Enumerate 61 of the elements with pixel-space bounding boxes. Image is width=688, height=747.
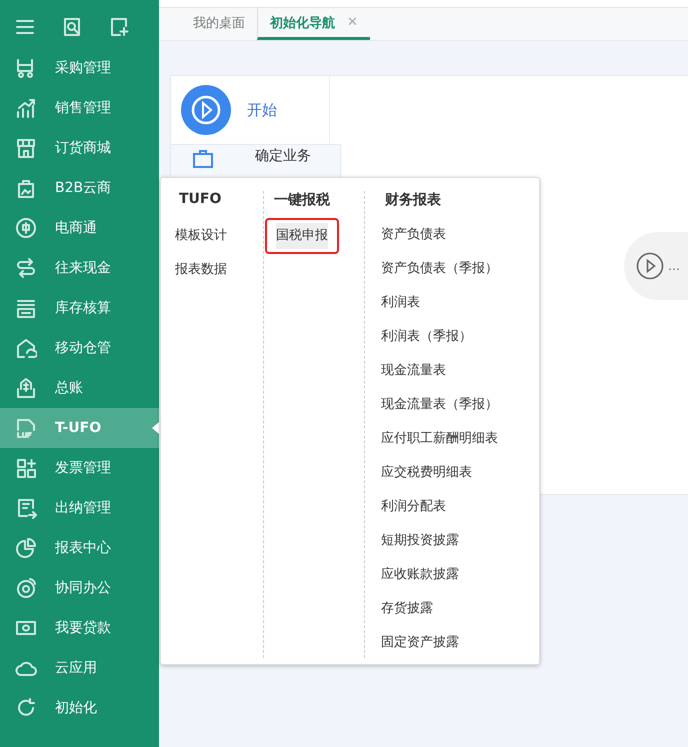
sidebar-item[interactable]: 初始化 — [0, 688, 159, 728]
menu-item[interactable]: 短期投资披露 — [376, 523, 464, 559]
sidebar-item[interactable]: 协同办公 — [0, 568, 159, 608]
sidebar-item[interactable]: 采购管理 — [0, 48, 159, 88]
briefcase-icon — [191, 147, 215, 171]
sidebar-item[interactable]: 云应用 — [0, 648, 159, 688]
sidebar-item[interactable]: B2B云商 — [0, 168, 159, 208]
menu-item[interactable]: 资产负债表 — [376, 217, 451, 253]
menu-item[interactable]: 利润表 — [376, 285, 425, 321]
close-button[interactable]: ✕ — [347, 15, 358, 30]
menu-item[interactable]: 存货披露 — [376, 591, 438, 627]
house-icon — [15, 337, 37, 359]
target-icon — [15, 577, 37, 599]
menu-item[interactable]: 应交税费明细表 — [376, 455, 477, 491]
sidebar-item[interactable]: T-UFO — [0, 408, 159, 448]
store-icon — [15, 137, 37, 159]
menu-item[interactable]: 现金流量表 — [376, 353, 451, 389]
sidebar-item[interactable]: 出纳管理 — [0, 488, 159, 528]
export-icon — [15, 497, 37, 519]
column-heading: 财务报表 — [384, 191, 441, 210]
tab[interactable]: 初始化导航 ✕ — [257, 8, 370, 40]
play-icon — [636, 252, 664, 280]
menu-item[interactable]: 资产负债表（季报） — [376, 251, 503, 287]
sidebar-item[interactable]: 发票管理 — [0, 448, 159, 488]
sidebar-item[interactable]: 库存核算 — [0, 288, 159, 328]
arrows-icon — [15, 257, 37, 279]
sidebar-item[interactable]: 总账 — [0, 368, 159, 408]
add-icon[interactable] — [108, 16, 130, 38]
sidebar-item[interactable]: 销售管理 — [0, 88, 159, 128]
sidebar-item[interactable]: 报表中心 — [0, 528, 159, 568]
step-label[interactable]: 确定业务 — [255, 147, 311, 165]
menu-item[interactable]: 应付职工薪酬明细表 — [376, 421, 503, 457]
search-icon[interactable] — [61, 16, 83, 38]
play-icon[interactable] — [181, 85, 231, 135]
menu-item[interactable]: 报表数据 — [170, 252, 232, 288]
menu-item[interactable]: 利润分配表 — [376, 489, 451, 525]
menu-item[interactable]: 利润表（季报） — [376, 319, 477, 355]
column-heading: TUFO — [178, 191, 222, 209]
menu-item[interactable]: 现金流量表（季报） — [376, 387, 503, 423]
tab[interactable]: 我的桌面 — [181, 8, 257, 40]
pie-chart-icon — [15, 537, 37, 559]
chart-icon — [15, 97, 37, 119]
drawer-icon — [15, 297, 37, 319]
circle-icon — [15, 217, 37, 239]
moneybag-icon — [15, 377, 37, 399]
sidebar-item[interactable]: 移动仓管 — [0, 328, 159, 368]
sidebar-item[interactable]: 订货商城 — [0, 128, 159, 168]
sidebar-item[interactable]: 往来现金 — [0, 248, 159, 288]
document-icon — [15, 417, 37, 439]
grid-icon — [15, 457, 37, 479]
menu-item[interactable]: 国税申报 — [265, 218, 339, 254]
step-label[interactable]: 开始 — [247, 100, 277, 120]
more-text: … — [668, 259, 680, 273]
menu-item[interactable]: 固定资产披露 — [376, 625, 464, 661]
next-step-pill[interactable]: … — [624, 232, 688, 300]
menu-item[interactable]: 应收账款披露 — [376, 557, 464, 593]
column-heading: 一键报税 — [273, 191, 330, 210]
sidebar-item[interactable]: 我要贷款 — [0, 608, 159, 648]
menu-item[interactable]: 模板设计 — [170, 218, 232, 254]
sidebar-item[interactable]: 电商通 — [0, 208, 159, 248]
bag-icon — [15, 177, 37, 199]
